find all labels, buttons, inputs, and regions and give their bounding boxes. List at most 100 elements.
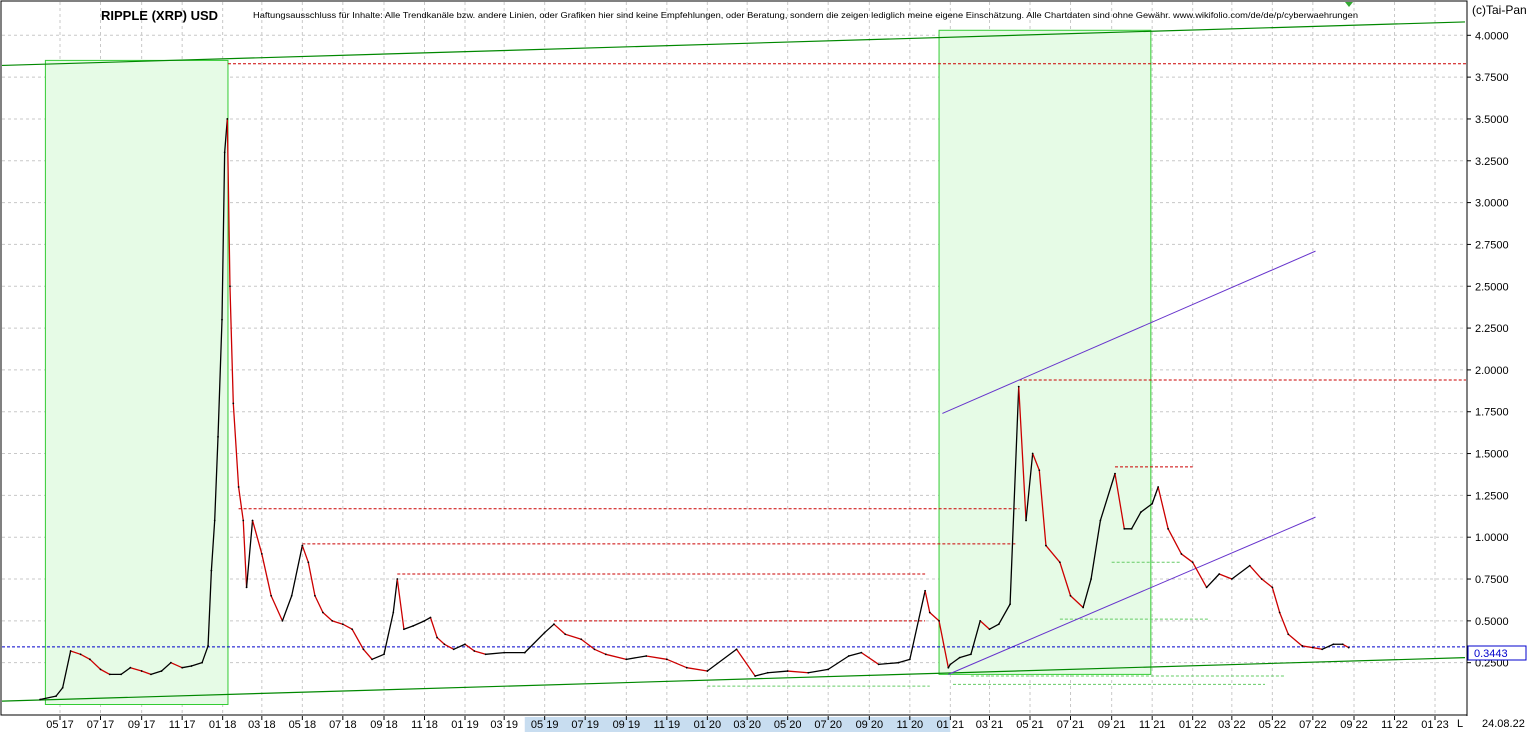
price-point [341,623,344,626]
price-point [217,435,219,438]
price-point [897,661,900,664]
price-point [301,544,304,547]
price-point [860,651,863,654]
price-point [1191,561,1194,564]
x-tick-label: 05 21 [1016,719,1044,731]
price-point [1230,578,1233,580]
price-point [88,658,91,661]
x-tick-label: 01 22 [1179,719,1207,731]
x-tick-label: 09 17 [128,719,156,731]
price-point [226,118,229,120]
y-tick-label: 1.2500 [1475,490,1509,502]
price-point [1260,578,1263,580]
price-point [160,670,163,672]
price-point [129,666,132,669]
price-point [1082,606,1085,609]
price-point [108,673,111,676]
price-point [807,671,810,674]
price-point [229,285,231,288]
copyright-label: (c)Tai-Pan [1472,3,1527,17]
price-point [270,594,273,597]
price-point [237,486,240,488]
price-point [396,578,399,580]
x-tick-label: 09 18 [370,719,398,731]
y-tick-label: 2.0000 [1475,365,1509,377]
scale-marker: L [1457,718,1463,730]
x-tick-label: 01 20 [694,719,722,731]
x-tick-label: 03 22 [1218,719,1246,731]
price-point [1347,646,1350,649]
x-tick-label: 09 19 [613,719,641,731]
current-price-label: 0.3443 [1474,648,1508,660]
x-tick-label: 01 21 [937,719,965,731]
price-point [223,151,226,154]
x-tick-label: 11 22 [1381,719,1408,731]
price-point [331,619,334,622]
x-tick-label: 03 18 [248,719,276,731]
price-point [1332,643,1335,646]
price-point [322,611,324,614]
price-point [1278,611,1281,614]
price-point [1218,573,1221,575]
highlight-box-2021 [938,29,1152,675]
price-point [423,619,426,622]
y-tick-label: 0.5000 [1475,616,1509,628]
x-tick-label: 11 17 [169,719,196,731]
x-tick-label: 11 18 [411,719,438,731]
price-point [140,670,143,672]
price-point [754,675,757,677]
price-point [69,650,72,652]
highlight-box-2017 [44,59,229,705]
price-point [150,673,152,676]
x-tick-label: 09 22 [1340,719,1368,731]
price-point [593,648,596,651]
price-point [392,611,395,614]
price-point [99,668,102,671]
x-axis: 05 17 07 17 09 17 11 17 01 18 03 18 05 18 07 18… [46,716,1449,731]
price-point [1025,519,1027,522]
price-point [1130,527,1133,530]
y-tick-label: 3.5000 [1475,114,1509,126]
x-tick-label: 11 19 [653,719,680,731]
y-tick-label: 1.0000 [1475,532,1509,544]
price-point [169,661,172,664]
price-point [351,628,354,631]
price-point [580,638,583,641]
price-point [947,666,950,669]
price-point [1045,544,1047,547]
price-point [1099,519,1102,522]
price-point [290,594,293,597]
price-point [908,658,911,661]
price-point [706,670,709,672]
price-point [181,666,184,669]
price-point [1151,502,1154,505]
x-tick-label: 11 21 [1139,719,1166,731]
x-tick-label: 11 20 [896,719,923,731]
price-point [429,616,432,619]
price-point [645,655,648,657]
x-tick-label: 09 20 [856,719,884,731]
price-point [827,668,830,671]
price-point [362,648,365,651]
y-tick-label: 3.7500 [1475,72,1509,84]
price-point [473,650,476,652]
price-point [281,619,284,622]
price-point [1139,511,1142,514]
y-tick-label: 0.7500 [1475,574,1509,586]
y-tick-label: 4.0000 [1475,30,1509,42]
y-tick-label: 2.2500 [1475,323,1509,335]
price-point [307,561,310,564]
x-tick-label: 05 22 [1259,719,1287,731]
price-point [1157,486,1160,488]
x-tick-label: 07 17 [87,719,115,731]
price-point [221,318,223,321]
price-point [735,648,738,651]
chart-date: 24.08.22 [1482,718,1525,730]
chart-title: RIPPLE (XRP) USD [101,8,218,23]
price-point [39,698,41,701]
price-point [464,643,466,646]
price-point [766,671,769,674]
price-point [1114,472,1116,475]
price-chart: 4.0000 3.7500 3.5000 3.2500 3.0000 2.7500 2.50… [0,0,1532,732]
price-point [190,665,193,667]
